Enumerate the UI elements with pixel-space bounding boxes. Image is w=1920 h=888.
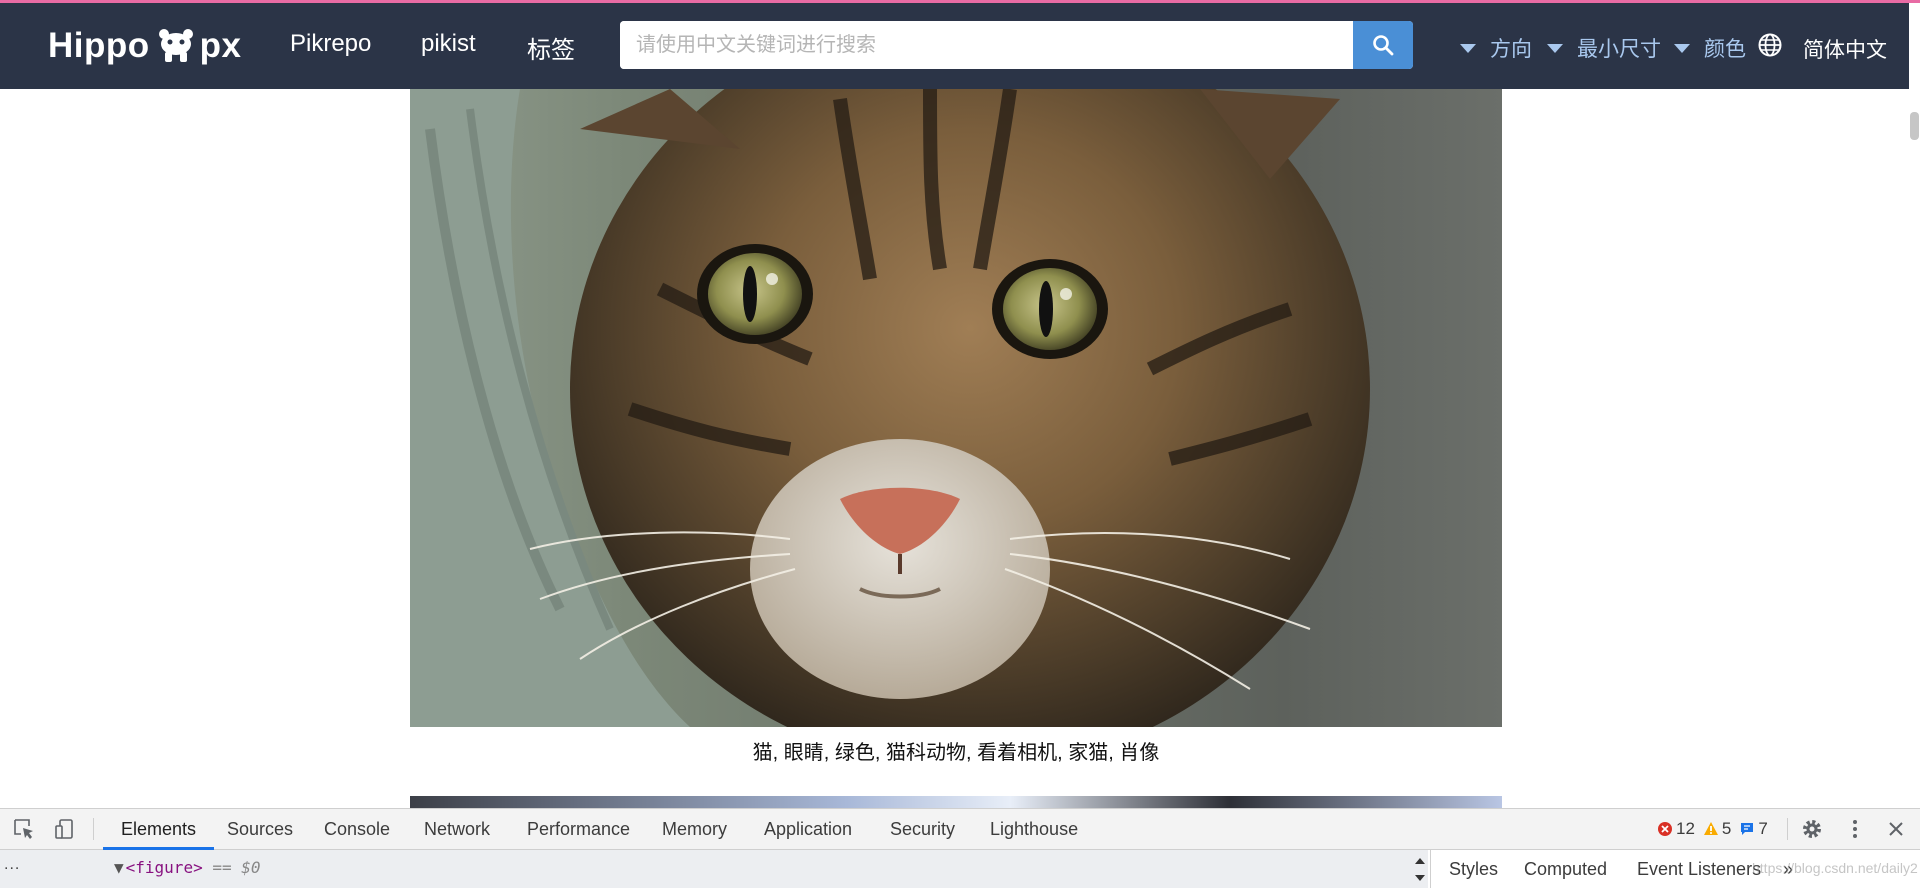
elements-breadcrumb-row: ... ▼ <figure> == $0 Styles Computed Even… <box>0 850 1920 888</box>
caret-down-icon <box>1674 43 1690 53</box>
caret-down-icon <box>1460 43 1476 53</box>
tab-lighthouse[interactable]: Lighthouse <box>990 809 1078 849</box>
node-tag: <figure> <box>125 858 203 877</box>
tab-computed[interactable]: Computed <box>1524 850 1607 888</box>
message-icon <box>1741 823 1754 835</box>
language-label[interactable]: 简体中文 <box>1803 34 1887 64</box>
globe-icon <box>1758 33 1782 57</box>
logo-text-left: Hippo <box>48 26 150 65</box>
nav-link-tags[interactable]: 标签 <box>527 30 575 65</box>
node-ref: == $0 <box>212 858 261 877</box>
scroll-stepper[interactable] <box>1412 852 1428 886</box>
arrow-down-icon[interactable] <box>1414 874 1426 882</box>
devtools-panel: Elements Sources Console Network Perform… <box>0 808 1920 888</box>
more-options-icon[interactable] <box>1842 817 1868 841</box>
search-icon <box>1373 35 1394 56</box>
issue-counts[interactable]: 12 5 7 <box>1657 819 1776 839</box>
devtools-toolbar: Elements Sources Console Network Perform… <box>0 809 1920 850</box>
close-devtools-icon[interactable] <box>1883 817 1909 841</box>
filter-orientation-label: 方向 <box>1490 38 1532 61</box>
filter-color-label: 颜色 <box>1704 38 1746 61</box>
tab-styles[interactable]: Styles <box>1449 850 1498 888</box>
message-count: 7 <box>1758 819 1768 838</box>
logo-text-right: px <box>199 26 242 65</box>
filter-min-size[interactable]: 最小尺寸 <box>1547 33 1661 63</box>
expand-triangle-icon[interactable]: ▼ <box>114 858 124 877</box>
hippo-logo-icon <box>156 28 196 64</box>
error-icon <box>1658 822 1672 836</box>
cat-photo[interactable] <box>410 89 1502 727</box>
search-box <box>620 21 1413 69</box>
tab-event-listeners[interactable]: Event Listeners <box>1637 850 1761 888</box>
search-button[interactable] <box>1353 21 1413 69</box>
filter-min-size-label: 最小尺寸 <box>1577 38 1661 61</box>
more-ancestors-button[interactable]: ... <box>4 856 20 874</box>
inspect-element-icon[interactable] <box>11 817 37 841</box>
dom-breadcrumb: ... ▼ <figure> == $0 <box>0 850 1428 888</box>
filter-orientation[interactable]: 方向 <box>1460 33 1532 63</box>
toolbar-divider <box>93 818 94 840</box>
caret-down-icon <box>1547 43 1563 53</box>
photo-caption: 猫, 眼睛, 绿色, 猫科动物, 看着相机, 家猫, 肖像 <box>752 742 1160 764</box>
tab-sources[interactable]: Sources <box>227 809 293 849</box>
toolbar-divider <box>1787 818 1788 840</box>
next-photo-preview[interactable] <box>410 796 1502 808</box>
tab-console[interactable]: Console <box>324 809 390 849</box>
warning-count: 5 <box>1721 819 1732 838</box>
watermark-text: https://blog.csdn.net/daily2 <box>1752 860 1918 876</box>
tab-network[interactable]: Network <box>424 809 490 849</box>
site-navbar: Hippo px Pikrepo pikist 标签 方向 <box>0 3 1909 89</box>
site-logo[interactable]: Hippo px <box>48 23 242 69</box>
tab-elements[interactable]: Elements <box>102 809 215 850</box>
filter-color[interactable]: 颜色 <box>1674 33 1746 63</box>
language-selector[interactable] <box>1757 32 1783 58</box>
tab-security[interactable]: Security <box>890 809 955 849</box>
nav-link-pikist[interactable]: pikist <box>421 30 476 58</box>
tab-application[interactable]: Application <box>764 809 852 849</box>
page-scrollbar[interactable] <box>1909 89 1920 808</box>
settings-gear-icon[interactable] <box>1799 817 1825 841</box>
selected-dom-node[interactable]: ▼ <figure> == $0 <box>114 858 261 877</box>
device-toolbar-icon[interactable] <box>52 817 78 841</box>
nav-link-pikrepo[interactable]: Pikrepo <box>290 30 371 58</box>
tab-performance[interactable]: Performance <box>527 809 630 849</box>
search-input[interactable] <box>620 21 1353 69</box>
warning-icon <box>1703 822 1718 835</box>
arrow-up-icon[interactable] <box>1414 857 1426 865</box>
page-scrollbar-thumb[interactable] <box>1910 112 1919 140</box>
tab-memory[interactable]: Memory <box>662 809 727 849</box>
error-count: 12 <box>1676 819 1695 838</box>
sidebar-pane-tabs: Styles Computed Event Listeners » <box>1430 850 1793 888</box>
